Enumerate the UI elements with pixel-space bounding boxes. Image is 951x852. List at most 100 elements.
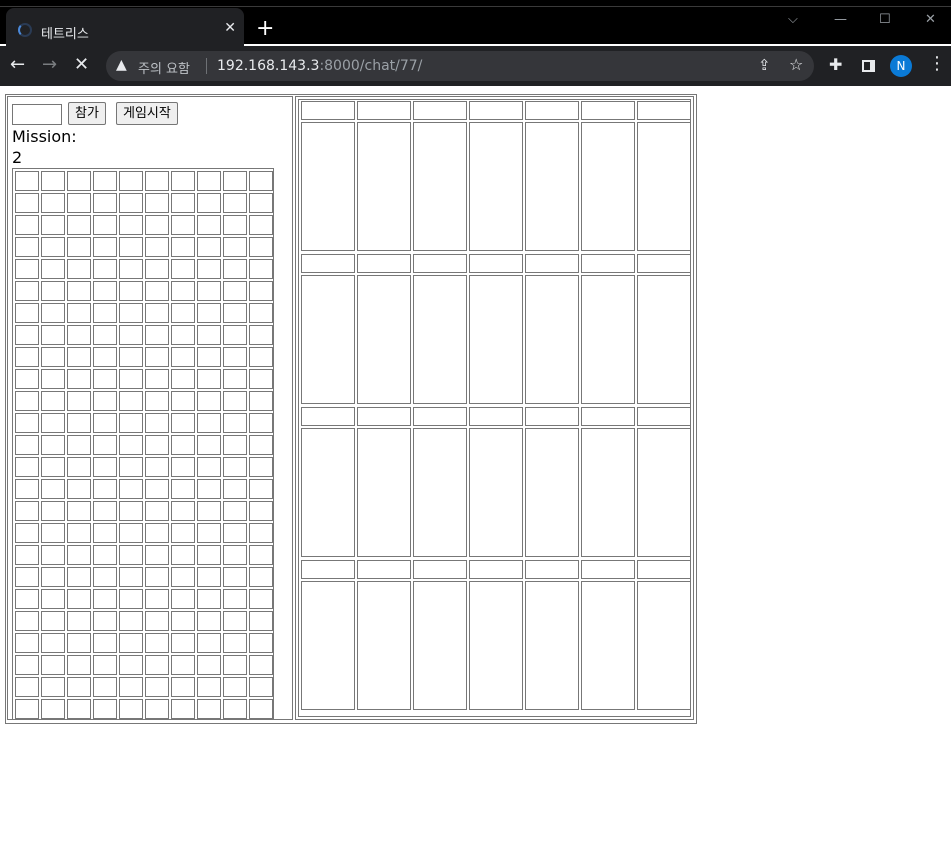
opponent-name-cell <box>525 407 579 426</box>
more-menu-icon[interactable]: ⋮ <box>928 54 946 74</box>
board-cell <box>197 303 221 323</box>
board-cell <box>223 611 247 631</box>
board-cell <box>145 171 169 191</box>
board-cell <box>197 281 221 301</box>
opponent-board-cell <box>637 122 691 251</box>
board-cell <box>41 347 65 367</box>
board-cell <box>93 369 117 389</box>
security-warning-text[interactable]: 주의 요함 <box>138 58 190 77</box>
board-cell <box>223 479 247 499</box>
board-cell <box>67 193 91 213</box>
board-cell <box>41 237 65 257</box>
board-cell <box>67 523 91 543</box>
board-cell <box>223 413 247 433</box>
board-cell <box>93 677 117 697</box>
window-close-icon[interactable]: ✕ <box>925 12 936 28</box>
board-cell <box>249 347 273 367</box>
board-cell <box>197 589 221 609</box>
opponent-name-cell <box>301 560 355 579</box>
board-cell <box>197 193 221 213</box>
board-cell <box>197 215 221 235</box>
board-cell <box>171 369 195 389</box>
board-cell <box>41 501 65 521</box>
url-text[interactable]: 192.168.143.3:8000/chat/77/ <box>217 58 422 74</box>
board-cell <box>223 699 247 719</box>
bookmark-star-icon[interactable]: ☆ <box>789 55 803 74</box>
opponent-name-cell <box>357 101 411 120</box>
board-cell <box>171 589 195 609</box>
board-cell <box>145 237 169 257</box>
board-cell <box>93 347 117 367</box>
share-icon[interactable]: ⇪ <box>758 56 771 74</box>
side-panel-icon[interactable] <box>862 60 875 72</box>
board-cell <box>67 435 91 455</box>
board-cell <box>223 501 247 521</box>
board-cell <box>67 391 91 411</box>
extensions-puzzle-icon[interactable]: ✚ <box>829 55 842 74</box>
stop-loading-icon[interactable]: ✕ <box>74 55 89 75</box>
board-cell <box>197 479 221 499</box>
board-cell <box>41 391 65 411</box>
board-cell <box>249 303 273 323</box>
board-cell <box>223 545 247 565</box>
address-separator <box>206 58 207 74</box>
opponent-name-cell <box>357 254 411 273</box>
board-cell <box>15 457 39 477</box>
player-name-input[interactable] <box>12 104 62 125</box>
board-cell <box>171 303 195 323</box>
board-cell <box>93 611 117 631</box>
warning-icon[interactable]: ▲ <box>116 57 127 73</box>
board-cell <box>67 237 91 257</box>
board-cell <box>67 501 91 521</box>
board-cell <box>145 567 169 587</box>
board-cell <box>223 589 247 609</box>
address-bar[interactable]: ▲ 주의 요함 192.168.143.3:8000/chat/77/ ⇪ ☆ <box>106 51 814 81</box>
maximize-icon[interactable]: ☐ <box>879 12 891 28</box>
opponent-board-cell <box>469 428 523 557</box>
board-cell <box>223 281 247 301</box>
board-cell <box>93 523 117 543</box>
board-cell <box>119 435 143 455</box>
browser-tab[interactable]: 테트리스 ✕ <box>6 8 244 46</box>
opponent-board-cell <box>581 122 635 251</box>
board-cell <box>67 303 91 323</box>
board-cell <box>41 325 65 345</box>
board-cell <box>41 589 65 609</box>
new-tab-button[interactable]: + <box>256 18 274 40</box>
profile-avatar[interactable]: N <box>890 55 912 77</box>
tab-search-icon[interactable]: ⌵ <box>788 12 798 28</box>
board-cell <box>249 479 273 499</box>
board-cell <box>145 369 169 389</box>
board-cell <box>41 413 65 433</box>
board-cell <box>93 457 117 477</box>
minimize-icon[interactable]: — <box>834 12 847 28</box>
start-game-button[interactable]: 게임시작 <box>116 102 178 125</box>
board-cell <box>15 215 39 235</box>
board-cell <box>15 369 39 389</box>
board-cell <box>249 567 273 587</box>
opponent-board-cell <box>357 581 411 710</box>
board-cell <box>171 215 195 235</box>
board-cell <box>67 567 91 587</box>
board-cell <box>15 479 39 499</box>
opponent-board-cell <box>357 428 411 557</box>
board-cell <box>171 435 195 455</box>
board-cell <box>67 259 91 279</box>
board-cell <box>119 413 143 433</box>
join-button[interactable]: 참가 <box>68 102 106 125</box>
browser-toolbar: ← → ✕ ▲ 주의 요함 192.168.143.3:8000/chat/77… <box>0 46 951 86</box>
board-cell <box>15 303 39 323</box>
board-cell <box>223 391 247 411</box>
back-arrow-icon[interactable]: ← <box>10 55 25 75</box>
game-table: 참가 게임시작 Mission: 2 <box>5 94 697 724</box>
opponent-name-cell <box>357 560 411 579</box>
tab-close-button[interactable]: ✕ <box>224 21 236 35</box>
board-cell <box>145 215 169 235</box>
board-cell <box>197 545 221 565</box>
board-cell <box>197 677 221 697</box>
board-cell <box>171 545 195 565</box>
board-cell <box>67 677 91 697</box>
board-cell <box>93 215 117 235</box>
opponent-board-cell <box>637 581 691 710</box>
forward-arrow-icon[interactable]: → <box>42 55 57 75</box>
